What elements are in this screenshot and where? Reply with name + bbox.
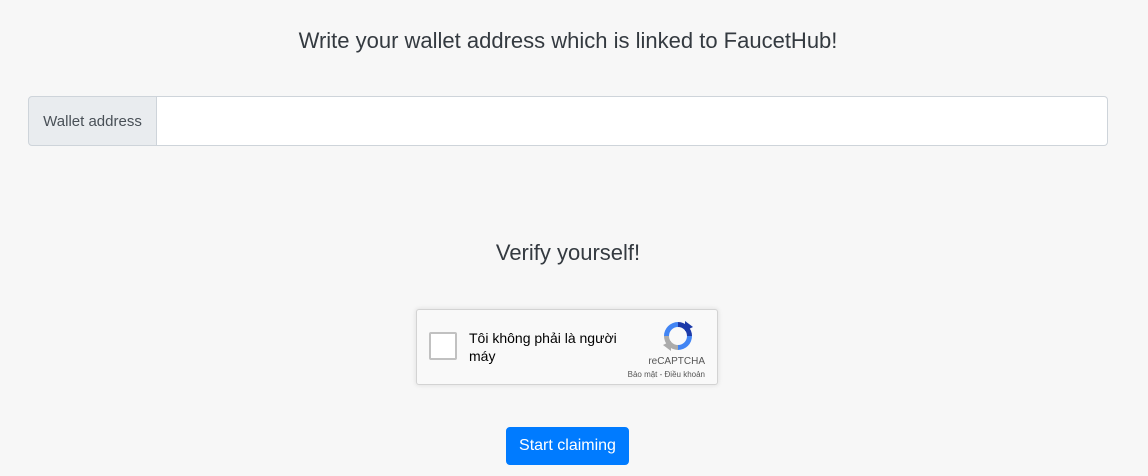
recaptcha-links-separator: - [657, 370, 665, 379]
recaptcha-terms-link[interactable]: Điều khoản [665, 370, 705, 379]
start-claiming-button[interactable]: Start claiming [506, 427, 629, 465]
recaptcha-privacy-link[interactable]: Bảo mật [628, 370, 658, 379]
wallet-input-group: Wallet address [28, 96, 1108, 146]
verify-heading: Verify yourself! [495, 240, 641, 265]
recaptcha-logo-icon [663, 321, 693, 351]
recaptcha-brand: reCAPTCHA [648, 356, 705, 367]
wallet-address-input[interactable] [157, 96, 1108, 146]
wallet-heading: Write your wallet address which is linke… [298, 28, 838, 53]
recaptcha-widget: Tôi không phải là người máy reCAPTCHA Bả… [416, 309, 718, 385]
recaptcha-checkbox-label: Tôi không phải là người máy [469, 330, 617, 364]
wallet-address-label: Wallet address [28, 96, 157, 146]
recaptcha-links: Bảo mật - Điều khoản [628, 370, 705, 379]
recaptcha-checkbox[interactable] [429, 332, 457, 360]
